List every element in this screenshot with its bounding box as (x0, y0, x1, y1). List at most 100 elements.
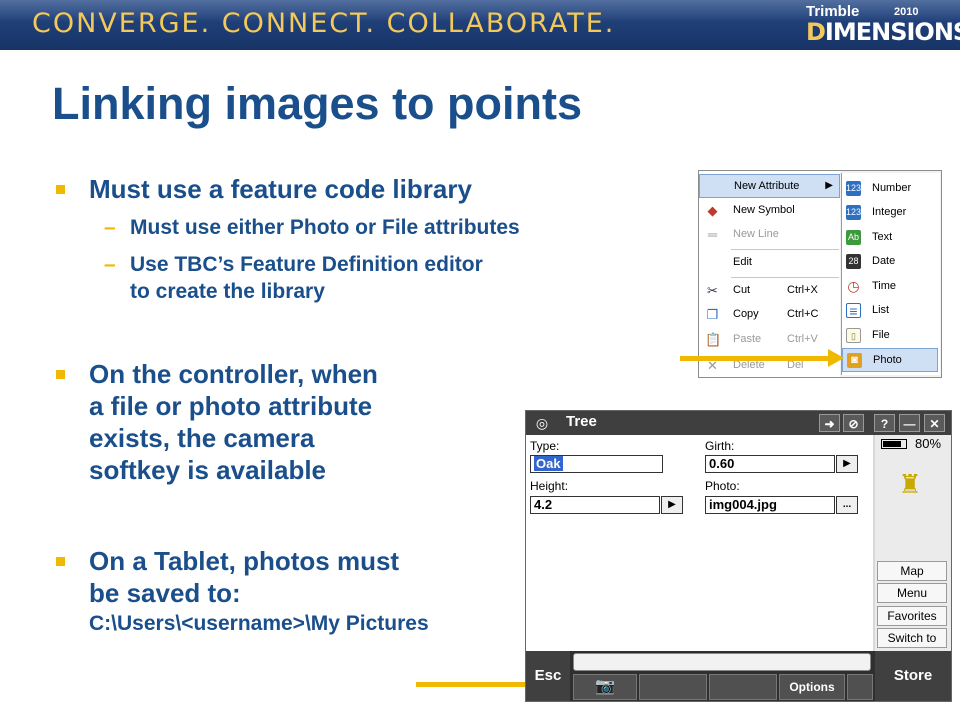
integer-icon: 123 (846, 205, 861, 220)
menu-item-new-line[interactable]: ═ New Line (699, 223, 840, 247)
girth-next-button[interactable]: ▶ (836, 455, 858, 473)
paste-icon: 📋 (705, 332, 722, 347)
no-entry-button[interactable]: ⊘ (843, 414, 864, 432)
list-icon: ≡ (846, 303, 861, 319)
bullet-controller-line3: exists, the camera (89, 423, 315, 453)
softkey-blank-3[interactable] (847, 674, 873, 700)
symbol-icon: ◆ (707, 203, 718, 218)
submenu-item-label: Time (872, 280, 897, 292)
arrow-to-photo-attribute (680, 349, 844, 367)
submenu-item-integer[interactable]: 123 Integer (842, 201, 938, 225)
battery-fill (883, 441, 901, 447)
clock-icon: ◷ (846, 278, 861, 294)
camera-icon: ◙ (847, 353, 862, 368)
banner-tagline: CONVERGE. CONNECT. COLLABORATE. (32, 8, 616, 39)
menu-separator (731, 249, 839, 250)
gps-receiver-icon[interactable]: ♜ (897, 469, 923, 505)
menu-item-label: Copy (733, 308, 759, 320)
context-menu-screenshot: New Attribute ▶ ◆ New Symbol ═ New Line … (698, 170, 942, 378)
girth-field[interactable]: 0.60 (705, 455, 835, 473)
submenu-item-label: File (872, 329, 890, 341)
bullet-tablet-line2: be saved to: (89, 578, 241, 608)
app-logo-icon[interactable]: ◎ (530, 414, 554, 432)
menu-item-label: New Line (733, 228, 779, 240)
menu-item-shortcut: Ctrl+X (787, 284, 818, 296)
menu-item-new-symbol[interactable]: ◆ New Symbol (699, 199, 840, 223)
copy-icon: ❐ (706, 307, 719, 322)
line-icon: ═ (707, 227, 718, 242)
submenu-item-time[interactable]: ◷ Time (842, 275, 938, 299)
controller-side-panel: 80% ♜ Map Menu Favorites Switch to (875, 435, 951, 651)
switch-to-button[interactable]: Switch to (877, 628, 947, 648)
sub-bullet-tbc-editor-line1: Use TBC’s Feature Definition editor (130, 253, 483, 276)
bullet-controller-line1: On the controller, when (89, 359, 378, 389)
calendar-icon: 28 (846, 254, 861, 269)
bullet-feature-library: Must use a feature code library (56, 174, 472, 204)
header-banner: CONVERGE. CONNECT. COLLABORATE. Trimble … (0, 0, 960, 50)
brand-year: 2010 (894, 6, 919, 18)
submenu-item-list[interactable]: ≡ List (842, 299, 938, 323)
photo-label: Photo: (705, 479, 740, 493)
bullet-controller: On the controller, when a file or photo … (56, 358, 378, 486)
softkey-bar: Esc 📷 Options Store (526, 651, 951, 701)
sub-bullet-tbc-editor: Use TBC’s Feature Definition editor to c… (104, 251, 483, 305)
gps-toggle-button[interactable]: ➜ (819, 414, 840, 432)
minimize-button[interactable]: — (899, 414, 920, 432)
store-button[interactable]: Store (875, 651, 951, 701)
close-button[interactable]: ✕ (924, 414, 945, 432)
type-label: Type: (530, 439, 560, 453)
map-button[interactable]: Map (877, 561, 947, 581)
options-softkey[interactable]: Options (779, 674, 845, 700)
esc-button[interactable]: Esc (526, 651, 570, 701)
submenu-item-label: Number (872, 182, 912, 194)
bullet-tablet-path: C:\Users\<username>\My Pictures (89, 612, 429, 635)
type-field[interactable]: Oak (530, 455, 663, 473)
height-next-button[interactable]: ▶ (661, 496, 683, 514)
photo-browse-button[interactable]: ... (836, 496, 858, 514)
controller-title: Tree (566, 413, 597, 430)
submenu-item-number[interactable]: 123 Number (842, 177, 938, 201)
submenu-item-date[interactable]: 28 Date (842, 250, 938, 274)
camera-softkey[interactable]: 📷 (573, 674, 637, 700)
sub-bullet-attributes: Must use either Photo or File attributes (104, 214, 520, 241)
submenu-item-photo[interactable]: ◙ Photo (842, 348, 938, 372)
menu-item-cut[interactable]: ✂ Cut Ctrl+X (699, 279, 840, 303)
number-icon: 123 (846, 181, 861, 196)
submenu-item-file[interactable]: ▯ File (842, 324, 938, 348)
submenu-item-label: Photo (873, 354, 902, 366)
type-value: Oak (534, 456, 563, 471)
photo-field[interactable]: img004.jpg (705, 496, 835, 514)
slide-title: Linking images to points (52, 78, 583, 129)
controller-screenshot: ◎ Tree ➜ ⊘ ? — ✕ Type: Oak Girth: 0.60 ▶… (525, 410, 952, 702)
submenu-arrow-icon: ▶ (825, 180, 833, 191)
menu-item-copy[interactable]: ❐ Copy Ctrl+C (699, 303, 840, 327)
menu-item-label: New Symbol (733, 204, 795, 216)
menu-item-paste[interactable]: 📋 Paste Ctrl+V (699, 328, 840, 352)
battery-percent: 80% (915, 436, 942, 451)
text-icon: Ab (846, 230, 861, 245)
submenu-item-text[interactable]: Ab Text (842, 226, 938, 250)
status-entry-field[interactable] (573, 653, 871, 671)
sub-bullet-tbc-editor-line2: to create the library (130, 280, 325, 303)
submenu-item-label: Integer (872, 206, 907, 218)
help-button[interactable]: ? (874, 414, 895, 432)
menu-item-label: Paste (733, 333, 762, 345)
softkey-blank-1[interactable] (639, 674, 707, 700)
menu-item-label: Cut (733, 284, 751, 296)
menu-item-new-attribute[interactable]: New Attribute ▶ (699, 174, 840, 198)
menu-item-shortcut: Ctrl+C (787, 308, 819, 320)
attribute-submenu: 123 Number 123 Integer Ab Text 28 Date ◷… (841, 173, 940, 375)
bullet-controller-line4: softkey is available (89, 455, 327, 485)
bullet-controller-line2: a file or photo attribute (89, 391, 373, 421)
submenu-item-label: Date (872, 255, 896, 267)
battery-icon (881, 439, 907, 449)
menu-button[interactable]: Menu (877, 583, 947, 603)
softkey-blank-2[interactable] (709, 674, 777, 700)
attribute-form: Type: Oak Girth: 0.60 ▶ Height: 4.2 ▶ Ph… (526, 435, 873, 651)
height-field[interactable]: 4.2 (530, 496, 660, 514)
bullet-tablet-line1: On a Tablet, photos must (89, 546, 400, 576)
favorites-button[interactable]: Favorites (877, 606, 947, 626)
menu-item-edit[interactable]: Edit (699, 251, 840, 275)
menu-item-label: Edit (733, 256, 752, 268)
bullet-tablet: On a Tablet, photos must be saved to: C:… (56, 545, 429, 639)
